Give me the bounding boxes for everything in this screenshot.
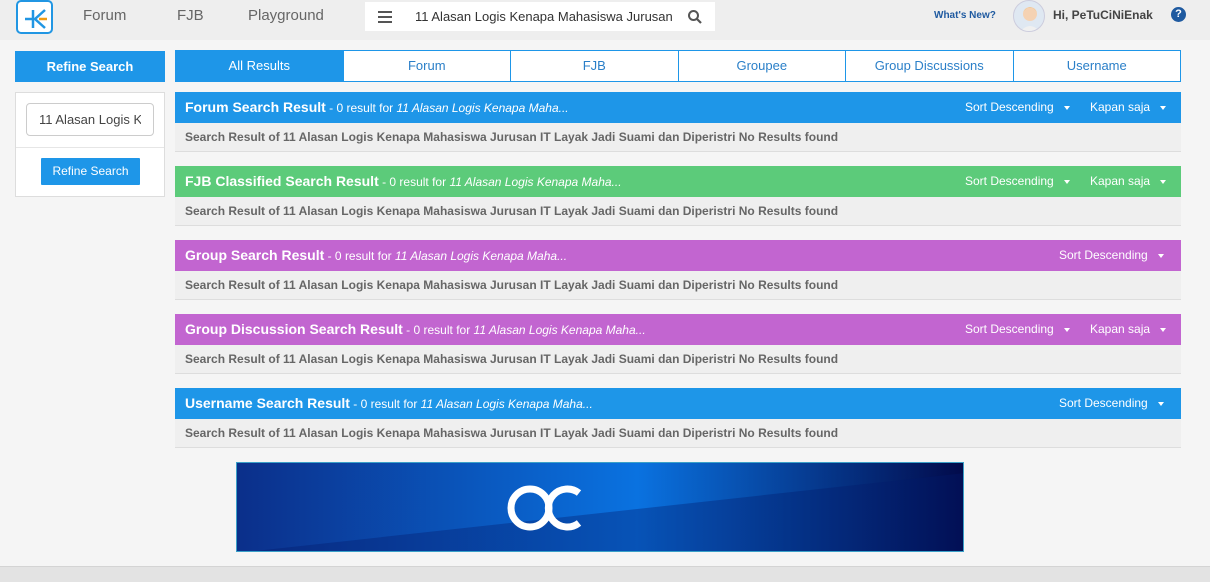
- avatar[interactable]: [1013, 0, 1045, 32]
- tab-username[interactable]: Username: [1012, 51, 1181, 81]
- bottom-bar: [0, 566, 1210, 582]
- tab-fjb[interactable]: FJB: [510, 51, 678, 81]
- section-title: FJB Classified Search Result - 0 result …: [185, 173, 622, 189]
- time-filter-dropdown[interactable]: Kapan saja: [1090, 100, 1167, 114]
- caret-down-icon: [1160, 105, 1167, 110]
- divider: [16, 147, 164, 148]
- result-tabs: All Results Forum FJB Groupee Group Disc…: [175, 50, 1181, 82]
- search-input[interactable]: [415, 2, 675, 31]
- search-icon[interactable]: [687, 9, 703, 25]
- username-search-result: Username Search Result - 0 result for 11…: [175, 388, 1181, 448]
- nav-forum[interactable]: Forum: [83, 7, 126, 24]
- section-title: Group Discussion Search Result - 0 resul…: [185, 321, 646, 337]
- tab-group-discussions[interactable]: Group Discussions: [845, 51, 1013, 81]
- caret-down-icon: [1160, 179, 1167, 184]
- whats-new-link[interactable]: What's New?: [934, 10, 996, 21]
- time-filter-dropdown[interactable]: Kapan saja: [1090, 174, 1167, 188]
- section-title: Username Search Result - 0 result for 11…: [185, 395, 593, 411]
- section-body: Search Result of 11 Alasan Logis Kenapa …: [175, 123, 1181, 152]
- nav-playground[interactable]: Playground: [248, 7, 324, 24]
- ad-banner-graphic: [237, 463, 963, 551]
- help-icon[interactable]: ?: [1171, 7, 1186, 22]
- sort-dropdown[interactable]: Sort Descending: [965, 322, 1070, 336]
- sort-dropdown[interactable]: Sort Descending: [1059, 396, 1164, 410]
- sort-dropdown[interactable]: Sort Descending: [965, 100, 1070, 114]
- section-header: FJB Classified Search Result - 0 result …: [175, 166, 1181, 197]
- section-body: Search Result of 11 Alasan Logis Kenapa …: [175, 197, 1181, 226]
- user-greeting[interactable]: Hi, PeTuCiNiEnak: [1053, 8, 1153, 22]
- fjb-search-result: FJB Classified Search Result - 0 result …: [175, 166, 1181, 226]
- search-box: [405, 2, 715, 31]
- section-title: Forum Search Result - 0 result for 11 Al…: [185, 99, 569, 115]
- section-title: Group Search Result - 0 result for 11 Al…: [185, 247, 568, 263]
- section-body: Search Result of 11 Alasan Logis Kenapa …: [175, 345, 1181, 374]
- refine-search-panel: Refine Search: [15, 92, 165, 197]
- avatar-icon: [1020, 7, 1040, 31]
- kaskus-logo[interactable]: [16, 0, 53, 34]
- caret-down-icon: [1160, 327, 1167, 332]
- tab-forum[interactable]: Forum: [342, 51, 511, 81]
- nav-fjb[interactable]: FJB: [177, 7, 204, 24]
- tab-groupee[interactable]: Groupee: [677, 51, 846, 81]
- caret-down-icon: [1063, 105, 1070, 110]
- section-body: Search Result of 11 Alasan Logis Kenapa …: [175, 271, 1181, 300]
- time-filter-dropdown[interactable]: Kapan saja: [1090, 322, 1167, 336]
- refine-search-header: Refine Search: [15, 51, 165, 82]
- caret-down-icon: [1063, 327, 1070, 332]
- refine-search-button[interactable]: Refine Search: [41, 158, 140, 185]
- sort-dropdown[interactable]: Sort Descending: [1059, 248, 1164, 262]
- section-header: Forum Search Result - 0 result for 11 Al…: [175, 92, 1181, 123]
- caret-down-icon: [1157, 253, 1164, 258]
- refine-search-input[interactable]: [26, 103, 154, 136]
- group-search-result: Group Search Result - 0 result for 11 Al…: [175, 240, 1181, 300]
- section-header: Group Discussion Search Result - 0 resul…: [175, 314, 1181, 345]
- caret-down-icon: [1157, 401, 1164, 406]
- ad-banner[interactable]: [236, 462, 964, 552]
- section-header: Username Search Result - 0 result for 11…: [175, 388, 1181, 419]
- caret-down-icon: [1063, 179, 1070, 184]
- tab-all-results[interactable]: All Results: [176, 51, 343, 81]
- section-body: Search Result of 11 Alasan Logis Kenapa …: [175, 419, 1181, 448]
- group-discussion-search-result: Group Discussion Search Result - 0 resul…: [175, 314, 1181, 374]
- hamburger-icon[interactable]: [365, 2, 405, 31]
- forum-search-result: Forum Search Result - 0 result for 11 Al…: [175, 92, 1181, 152]
- sort-dropdown[interactable]: Sort Descending: [965, 174, 1070, 188]
- section-header: Group Search Result - 0 result for 11 Al…: [175, 240, 1181, 271]
- top-bar: Forum FJB Playground What's New? Hi, PeT…: [0, 0, 1210, 40]
- k-logo-icon: [25, 9, 47, 29]
